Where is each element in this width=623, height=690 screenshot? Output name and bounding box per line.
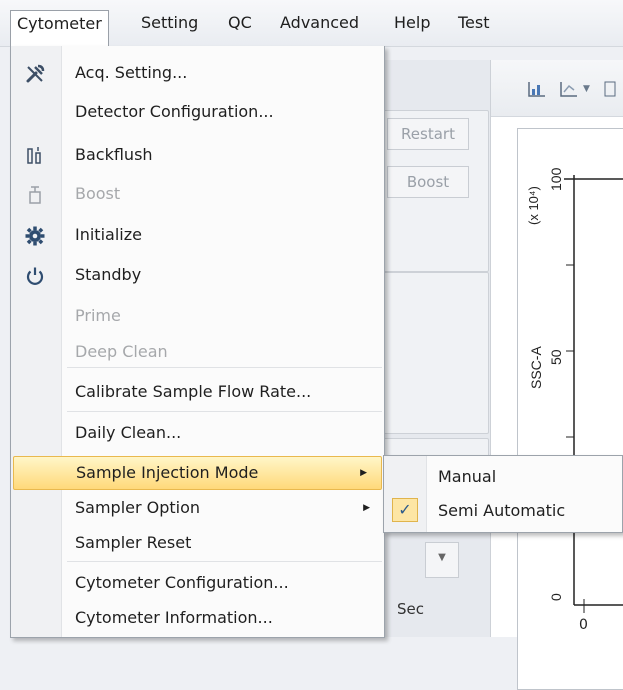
sec-label: Sec xyxy=(397,600,424,618)
menu-setting[interactable]: Setting xyxy=(135,10,204,38)
info-group xyxy=(381,272,489,434)
boost-button[interactable]: Boost xyxy=(387,166,469,198)
y-tick-0: 0 xyxy=(548,593,564,601)
menu-help-label: Help xyxy=(394,13,431,32)
menu-item-daily-clean[interactable]: Daily Clean... xyxy=(11,417,384,449)
checkmark-icon: ✓ xyxy=(392,498,418,522)
menu-item-label: Sampler Option xyxy=(75,498,201,517)
axis-exponent-label: (x 10⁴) xyxy=(526,186,541,225)
menu-item-acq-setting[interactable]: Acq. Setting... xyxy=(11,57,384,89)
submenu-item-label: Semi Automatic xyxy=(438,501,566,520)
menu-item-label: Initialize xyxy=(75,225,142,244)
menu-item-label: Acq. Setting... xyxy=(75,63,188,82)
menu-item-cytometer-information[interactable]: Cytometer Information... xyxy=(11,602,384,634)
menu-item-standby[interactable]: Standby xyxy=(11,259,384,291)
menu-help[interactable]: Help xyxy=(388,10,436,38)
y-tick-50: 50 xyxy=(548,349,564,365)
menu-item-label: Cytometer Information... xyxy=(75,608,273,627)
power-icon xyxy=(24,265,46,287)
plot-type-icon[interactable] xyxy=(559,80,579,98)
submenu-item-label: Manual xyxy=(438,467,497,486)
backflush-icon xyxy=(24,145,46,167)
x-tick-0: 0 xyxy=(579,617,588,633)
toolbar-extra-icon[interactable] xyxy=(603,80,623,98)
menu-item-label: Detector Configuration... xyxy=(75,102,274,121)
menu-advanced[interactable]: Advanced xyxy=(274,10,365,38)
menu-separator xyxy=(67,561,382,562)
cytometer-menu: Acq. Setting... Detector Configuration..… xyxy=(10,46,385,638)
boost-button-label: Boost xyxy=(406,173,450,191)
menu-item-label: Prime xyxy=(75,306,121,325)
plot-area: ▼ (x 10⁴) 100 SSC-A 50 0 0 xyxy=(490,60,623,690)
menu-cytometer[interactable]: Cytometer xyxy=(10,10,109,47)
menu-item-label: Backflush xyxy=(75,145,153,164)
menu-setting-label: Setting xyxy=(141,13,199,32)
menu-item-label: Standby xyxy=(75,265,142,284)
menu-separator xyxy=(67,367,382,368)
submenu-arrow-icon: ▶ xyxy=(363,503,370,513)
menu-item-boost: Boost xyxy=(11,178,384,210)
menu-cytometer-label: Cytometer xyxy=(17,14,102,33)
menu-test-label: Test xyxy=(458,13,490,32)
menu-item-label: Cytometer Configuration... xyxy=(75,573,289,592)
restart-button-label: Restart xyxy=(401,125,455,143)
menu-item-prime: Prime xyxy=(11,300,384,332)
sample-injection-submenu: Manual ✓ Semi Automatic xyxy=(383,455,623,533)
chevron-down-icon: ▼ xyxy=(438,552,446,563)
menu-item-label: Deep Clean xyxy=(75,342,168,361)
submenu-arrow-icon: ▶ xyxy=(360,468,367,478)
menu-qc[interactable]: QC xyxy=(222,10,258,38)
gear-icon xyxy=(24,225,46,247)
menu-test[interactable]: Test xyxy=(452,10,496,38)
submenu-item-manual[interactable]: Manual xyxy=(384,460,622,494)
histogram-icon[interactable] xyxy=(527,80,547,98)
menu-item-sampler-option[interactable]: Sampler Option ▶ xyxy=(11,492,384,524)
scatter-plot[interactable]: (x 10⁴) 100 SSC-A 50 0 0 xyxy=(517,128,623,690)
y-axis-label: SSC-A xyxy=(528,346,544,389)
menu-item-cytometer-configuration[interactable]: Cytometer Configuration... xyxy=(11,567,384,599)
menu-qc-label: QC xyxy=(228,13,252,32)
menu-item-deep-clean: Deep Clean xyxy=(11,336,384,368)
wrench-screwdriver-icon xyxy=(24,63,46,85)
menu-item-sampler-reset[interactable]: Sampler Reset xyxy=(11,527,384,559)
menu-item-label: Calibrate Sample Flow Rate... xyxy=(75,382,312,401)
menu-bar: Cytometer Setting QC Advanced Help Test xyxy=(0,0,623,47)
control-pane: Restart Boost ▼ Sec xyxy=(378,60,490,637)
menu-item-initialize[interactable]: Initialize xyxy=(11,219,384,251)
y-tick-100: 100 xyxy=(548,167,564,191)
submenu-item-semi-automatic[interactable]: ✓ Semi Automatic xyxy=(384,494,622,528)
menu-item-sample-injection-mode[interactable]: Sample Injection Mode ▶ xyxy=(13,456,382,490)
boost-icon xyxy=(24,184,46,206)
menu-separator xyxy=(67,411,382,412)
menu-item-label: Sample Injection Mode xyxy=(76,463,259,482)
menu-item-backflush[interactable]: Backflush xyxy=(11,139,384,171)
menu-item-detector-configuration[interactable]: Detector Configuration... xyxy=(11,96,384,128)
menu-item-label: Sampler Reset xyxy=(75,533,192,552)
menu-advanced-label: Advanced xyxy=(280,13,360,32)
toolbar-dropdown-icon[interactable]: ▼ xyxy=(583,84,603,102)
dropdown-button[interactable]: ▼ xyxy=(425,542,459,578)
menu-item-label: Daily Clean... xyxy=(75,423,182,442)
menu-item-calibrate-flow-rate[interactable]: Calibrate Sample Flow Rate... xyxy=(11,376,384,408)
plot-toolbar: ▼ xyxy=(491,60,623,117)
restart-button[interactable]: Restart xyxy=(387,118,469,150)
menu-item-label: Boost xyxy=(75,184,121,203)
